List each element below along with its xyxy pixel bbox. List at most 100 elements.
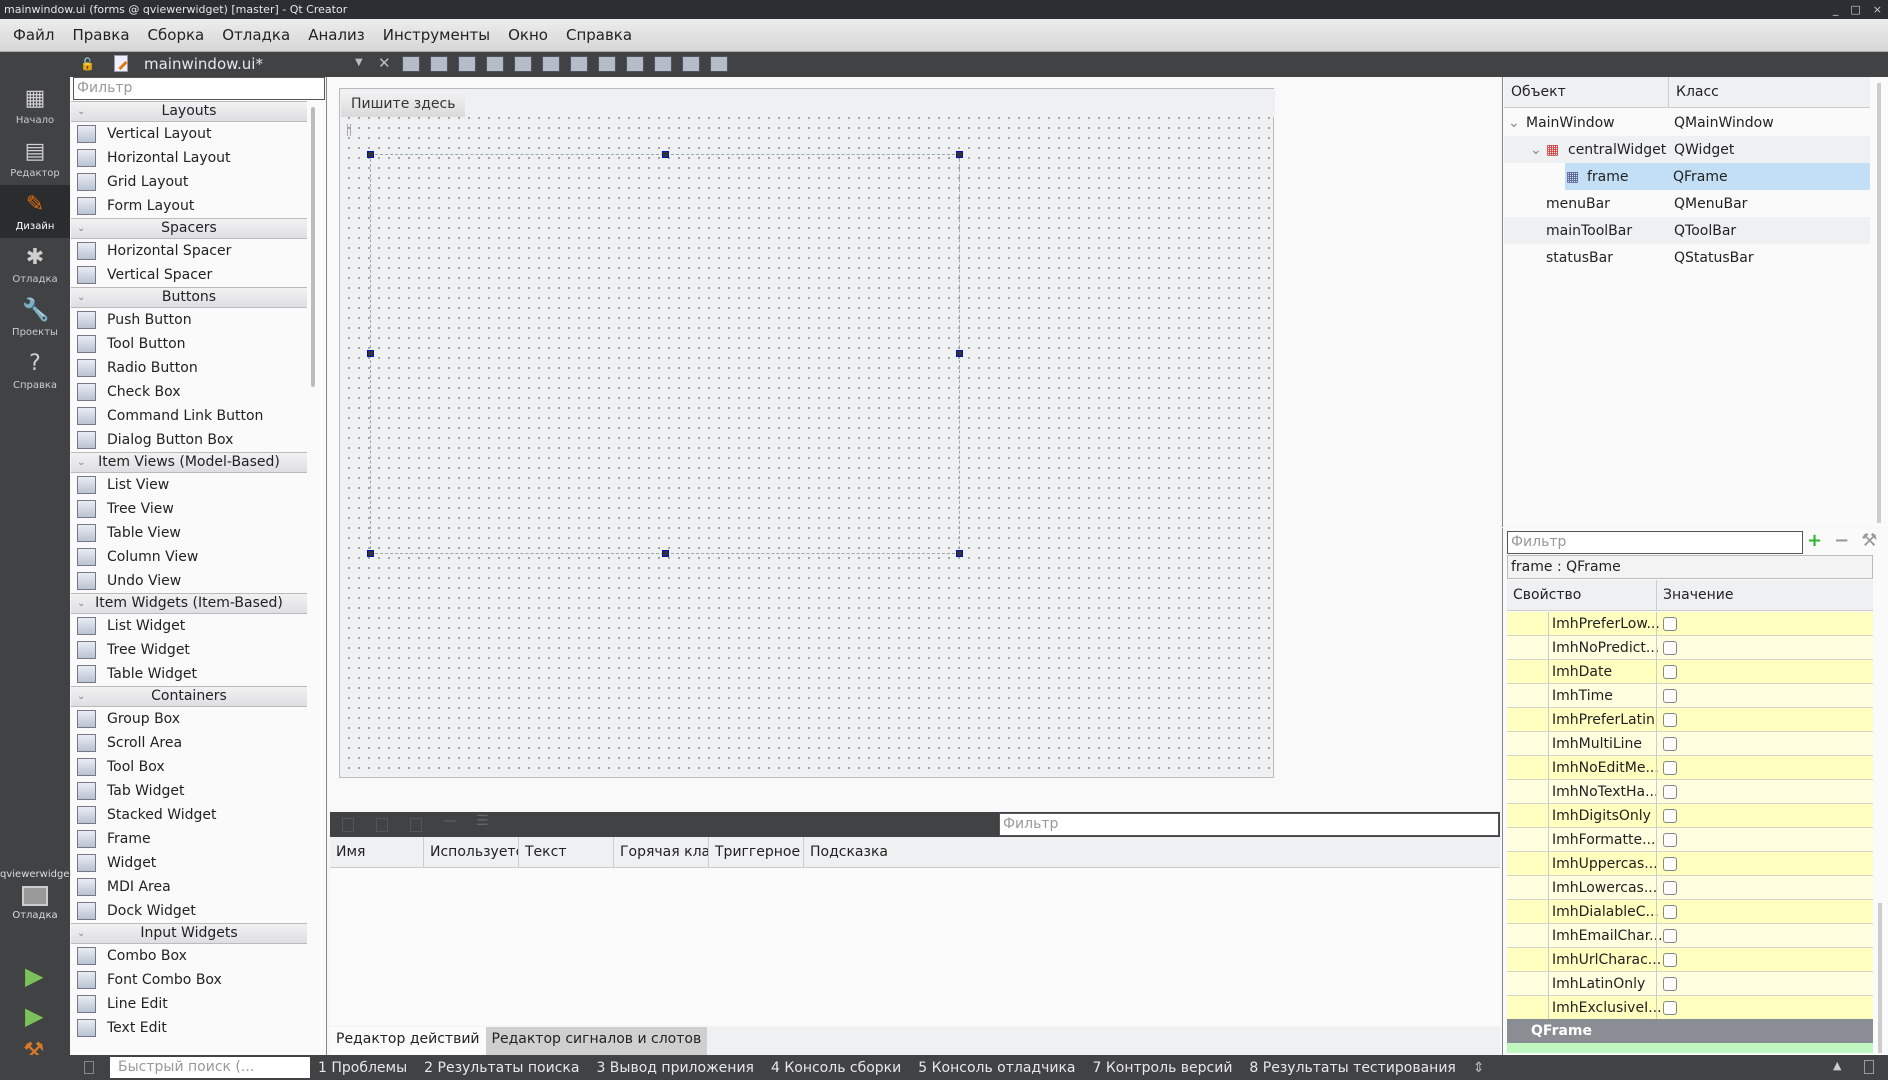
widget-item[interactable]: Stacked Widget [71,803,307,827]
widget-item[interactable]: Radio Button [71,356,307,380]
frame-widget[interactable] [367,151,963,557]
run-button[interactable]: ▶ [25,962,43,990]
widget-item[interactable]: Horizontal Spacer [71,239,307,263]
delete-action-icon[interactable]: — [443,813,457,829]
widget-item[interactable]: Undo View [71,569,307,593]
property-row[interactable]: ImhNoEditMe... [1507,755,1873,780]
configure-wrench-icon[interactable]: ⚒ [1861,530,1877,551]
property-filter-input[interactable]: Фильтр [1507,531,1803,554]
collapse-arrow-icon[interactable]: ⌄ [77,453,85,472]
column-header[interactable]: Горячая кла [614,837,709,868]
column-header[interactable]: Текст [519,837,614,868]
property-checkbox[interactable] [1663,712,1677,727]
widget-item[interactable]: Font Combo Box [71,968,307,992]
property-checkbox[interactable] [1663,664,1677,679]
widget-item[interactable]: Grid Layout [71,170,307,194]
property-checkbox[interactable] [1663,760,1677,775]
column-header[interactable]: Триггерное [709,837,804,868]
property-checkbox[interactable] [1663,880,1677,895]
widget-item[interactable]: Line Edit [71,992,307,1016]
edit-buddies-icon[interactable] [458,56,476,72]
collapse-arrow-icon[interactable]: ⌄ [77,288,85,307]
collapse-arrow-icon[interactable]: ⌄ [77,102,85,121]
widget-item[interactable]: List Widget [71,614,307,638]
maximize-button[interactable]: □ [1850,0,1860,19]
menu-debug[interactable]: Отладка [213,26,299,44]
kit-selector[interactable]: qviewerwidget Отладка [0,869,73,921]
layout-grid-icon[interactable] [654,56,672,72]
output-pane-button[interactable]: 8 Результаты тестирования [1249,1060,1455,1076]
menu-file[interactable]: Файл [4,26,63,44]
widget-item[interactable]: Column View [71,545,307,569]
tree-row[interactable]: statusBar QStatusBar [1504,244,1870,271]
action-filter-input[interactable]: Фильтр [999,813,1499,836]
collapse-arrow-icon[interactable]: ⌄ [77,924,85,943]
column-header[interactable]: Используетс [424,837,519,868]
widget-item[interactable]: Frame [71,827,307,851]
tab-action-editor[interactable]: Редактор действий [330,1027,486,1055]
tree-row[interactable]: ⌄ ▦ centralWidget QWidget [1504,136,1870,163]
widget-item[interactable]: MDI Area [71,875,307,899]
widget-item[interactable]: Group Box [71,707,307,731]
property-checkbox[interactable] [1663,952,1677,967]
property-checkbox[interactable] [1663,1000,1677,1015]
category-header[interactable]: ⌄ Spacers [71,218,307,239]
resize-handle[interactable] [662,151,669,158]
property-checkbox[interactable] [1663,904,1677,919]
property-row[interactable]: ImhNoPredict... [1507,635,1873,660]
property-checkbox[interactable] [1663,784,1677,799]
widget-item[interactable]: Tree Widget [71,638,307,662]
output-pane-button[interactable]: 4 Консоль сборки [771,1060,901,1076]
remove-property-icon[interactable]: − [1834,530,1849,551]
widget-item[interactable]: Form Layout [71,194,307,218]
property-row[interactable]: ImhFormatte... [1507,827,1873,852]
collapse-arrow-icon[interactable]: ⌄ [77,687,85,706]
menu-analyze[interactable]: Анализ [299,26,374,44]
property-row[interactable]: ImhMultiLine [1507,731,1873,756]
edit-widgets-icon[interactable] [402,56,420,72]
tree-row[interactable]: ⌄ MainWindow QMainWindow [1504,109,1870,136]
widget-item[interactable]: Combo Box [71,944,307,968]
category-header[interactable]: ⌄ Item Views (Model-Based) [71,452,307,473]
menu-window[interactable]: Окно [499,26,557,44]
column-header[interactable]: Свойство [1507,580,1657,610]
widget-item[interactable]: Table View [71,521,307,545]
paste-action-icon[interactable] [410,818,422,832]
mode-projects[interactable]: 🔧 Проекты [0,291,70,344]
property-checkbox[interactable] [1663,808,1677,823]
category-header[interactable]: ⌄ Input Widgets [71,923,307,944]
property-row[interactable]: ImhDate [1507,659,1873,684]
property-row[interactable]: ImhUppercas... [1507,851,1873,876]
output-pane-button[interactable]: 3 Вывод приложения [596,1060,754,1076]
tree-row[interactable]: mainToolBar QToolBar [1504,217,1870,244]
close-button[interactable]: × [1873,0,1882,19]
widget-filter-input[interactable]: Фильтр [73,77,325,100]
widget-box-scrollbar[interactable] [311,107,315,387]
widget-item[interactable]: Horizontal Layout [71,146,307,170]
layout-vertical-icon[interactable] [542,56,560,72]
output-pane-button[interactable]: 2 Результаты поиска [424,1060,579,1076]
lock-icon[interactable]: 🔓 [80,57,95,71]
menu-build[interactable]: Сборка [139,26,214,44]
view-mode-icon[interactable]: ☰ [476,813,489,829]
tree-row[interactable]: menuBar QMenuBar [1504,190,1870,217]
property-checkbox[interactable] [1663,976,1677,991]
collapse-arrow-icon[interactable]: ⌄ [77,219,85,238]
widget-item[interactable]: Check Box [71,380,307,404]
object-inspector-scrollbar[interactable] [1877,83,1881,523]
category-header[interactable]: ⌄ Layouts [71,101,307,122]
category-header[interactable]: ⌄ Buttons [71,287,307,308]
layout-horizontal-splitter-icon[interactable] [570,56,588,72]
collapse-arrow-icon[interactable]: ⌄ [77,594,85,613]
widget-item[interactable]: List View [71,473,307,497]
type-here-menu[interactable]: Пишите здесь [341,91,466,117]
widget-item[interactable]: Text Edit [71,1016,307,1040]
column-header[interactable]: Значение [1657,580,1873,610]
copy-action-icon[interactable] [376,818,388,832]
minimize-button[interactable]: _ [1833,0,1839,19]
property-row[interactable]: ImhLatinOnly [1507,971,1873,996]
widget-item[interactable]: Widget [71,851,307,875]
debug-run-button[interactable]: ▶ [25,1002,43,1030]
widget-item[interactable]: Tool Button [71,332,307,356]
widget-item[interactable]: Table Widget [71,662,307,686]
